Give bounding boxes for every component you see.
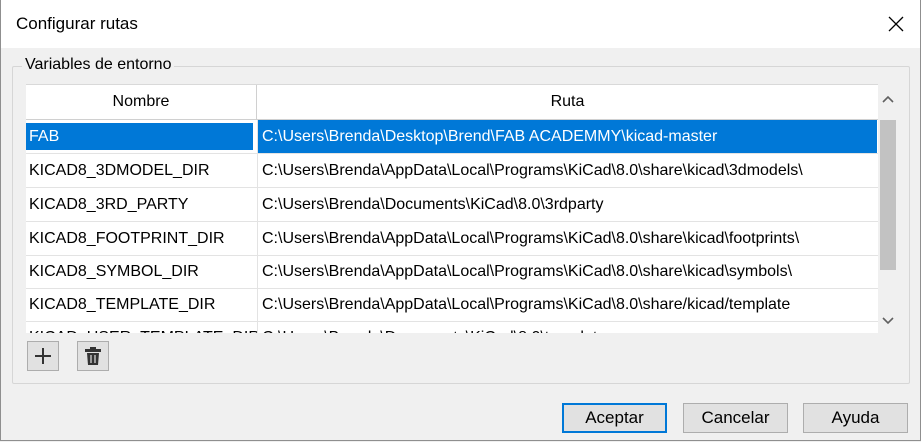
accept-button[interactable]: Aceptar: [562, 403, 667, 433]
variable-path-cell[interactable]: C:\Users\Brenda\AppData\Local\Programs\K…: [257, 255, 877, 288]
variable-name-cell[interactable]: KICAD8_3DMODEL_DIR: [26, 154, 257, 187]
variables-grid: Nombre Ruta FAB C:\Users\Brenda\Desktop\…: [26, 84, 878, 333]
grid-header: Nombre Ruta: [26, 85, 878, 120]
variable-path-cell[interactable]: C:\Users\Brenda\Documents\KiCad\8.0\temp…: [257, 321, 877, 333]
variable-path-cell[interactable]: C:\Users\Brenda\Desktop\Brend\FAB ACADEM…: [257, 120, 877, 153]
close-icon: [888, 16, 904, 32]
dialog-title: Configurar rutas: [16, 14, 138, 33]
chevron-up-icon: [882, 95, 894, 103]
group-label: Variables de entorno: [22, 56, 175, 74]
variable-path-cell[interactable]: C:\Users\Brenda\AppData\Local\Programs\K…: [257, 154, 877, 187]
close-button[interactable]: [872, 0, 920, 48]
variable-name-cell[interactable]: KICAD8_SYMBOL_DIR: [26, 255, 257, 288]
table-row[interactable]: KICAD8_TEMPLATE_DIR C:\Users\Brenda\AppD…: [26, 288, 878, 322]
help-button[interactable]: Ayuda: [803, 403, 908, 433]
variable-path-cell[interactable]: C:\Users\Brenda\AppData\Local\Programs\K…: [257, 288, 877, 321]
delete-variable-button[interactable]: [77, 341, 109, 371]
vertical-scrollbar[interactable]: [878, 84, 898, 332]
column-header-name[interactable]: Nombre: [26, 85, 257, 119]
variable-name-cell[interactable]: KICAD_USER_TEMPLATE_DIR: [26, 321, 257, 333]
trash-icon: [85, 347, 101, 365]
title-bar: Configurar rutas: [1, 0, 920, 48]
variable-path-cell[interactable]: C:\Users\Brenda\Documents\KiCad\8.0\3rdp…: [257, 188, 877, 221]
table-row[interactable]: KICAD8_FOOTPRINT_DIR C:\Users\Brenda\App…: [26, 222, 878, 256]
variable-name-cell[interactable]: KICAD8_FOOTPRINT_DIR: [26, 222, 257, 255]
table-row[interactable]: KICAD8_3DMODEL_DIR C:\Users\Brenda\AppDa…: [26, 154, 878, 188]
variable-path-cell[interactable]: C:\Users\Brenda\AppData\Local\Programs\K…: [257, 222, 877, 255]
scroll-thumb[interactable]: [880, 120, 896, 270]
column-header-path[interactable]: Ruta: [257, 85, 878, 119]
table-row[interactable]: KICAD8_SYMBOL_DIR C:\Users\Brenda\AppDat…: [26, 255, 878, 289]
plus-icon: [35, 348, 51, 364]
add-variable-button[interactable]: [27, 341, 59, 371]
variable-name-cell[interactable]: KICAD8_TEMPLATE_DIR: [26, 288, 257, 321]
cancel-button[interactable]: Cancelar: [683, 403, 788, 433]
table-row[interactable]: FAB C:\Users\Brenda\Desktop\Brend\FAB AC…: [26, 120, 878, 154]
dialog-window: Configurar rutas Variables de entorno No…: [0, 0, 921, 441]
scroll-up-button[interactable]: [878, 88, 898, 110]
table-row[interactable]: KICAD8_3RD_PARTY C:\Users\Brenda\Documen…: [26, 188, 878, 222]
variable-name-cell[interactable]: FAB: [26, 120, 257, 153]
variable-name-cell[interactable]: KICAD8_3RD_PARTY: [26, 188, 257, 221]
scroll-down-button[interactable]: [878, 310, 898, 332]
table-row[interactable]: KICAD_USER_TEMPLATE_DIR C:\Users\Brenda\…: [26, 321, 878, 333]
chevron-down-icon: [882, 317, 894, 325]
